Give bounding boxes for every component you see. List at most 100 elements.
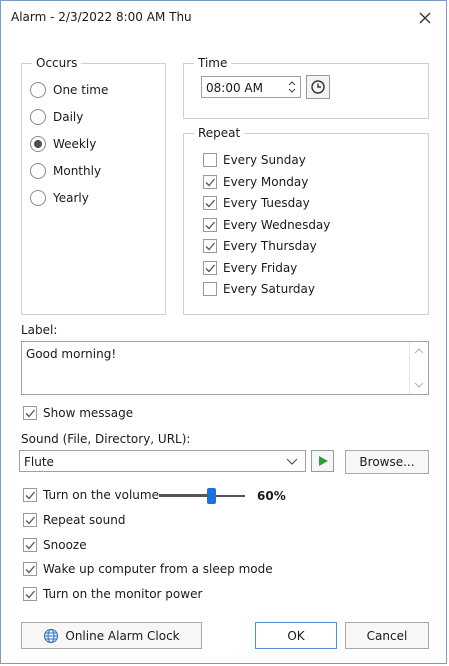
scroll-down-icon — [414, 382, 424, 388]
checkmark-icon — [205, 242, 215, 251]
checkbox-box — [203, 282, 217, 296]
checkbox-box — [203, 261, 217, 275]
checkbox-label: Every Saturday — [223, 282, 315, 296]
close-button[interactable] — [416, 9, 434, 27]
checkbox-every-saturday[interactable]: Every Saturday — [203, 279, 315, 299]
browse-button[interactable]: Browse... — [345, 450, 429, 474]
checkbox-box — [23, 538, 37, 552]
label-textarea[interactable]: Good morning! — [21, 341, 429, 395]
time-legend: Time — [194, 56, 232, 70]
radio-label: Monthly — [53, 164, 102, 178]
radio-circle — [30, 163, 46, 179]
checkmark-icon — [205, 178, 215, 187]
slider-fill — [159, 494, 211, 497]
checkmark-icon — [25, 409, 35, 418]
checkbox-every-tuesday[interactable]: Every Tuesday — [203, 193, 310, 213]
clock-button[interactable] — [306, 75, 330, 99]
checkmark-icon — [205, 199, 215, 208]
checkbox-box — [203, 153, 217, 167]
checkbox-snooze[interactable]: Snooze — [23, 535, 87, 555]
spin-arrows-icon — [288, 81, 296, 93]
play-icon — [318, 456, 328, 466]
online-alarm-clock-button[interactable]: Online Alarm Clock — [21, 622, 202, 649]
time-input[interactable]: 08:00 AM — [201, 76, 301, 98]
radio-label: Weekly — [53, 137, 97, 151]
volume-slider[interactable] — [159, 488, 245, 504]
radio-circle — [30, 109, 46, 125]
checkbox-label: Every Sunday — [223, 153, 306, 167]
radio-label: One time — [53, 83, 109, 97]
checkbox-label: Repeat sound — [43, 513, 126, 527]
chevron-down-icon — [286, 458, 298, 465]
checkbox-every-thursday[interactable]: Every Thursday — [203, 236, 317, 256]
label-text: Good morning! — [26, 347, 117, 361]
radio-label: Yearly — [53, 191, 89, 205]
checkmark-icon — [25, 491, 35, 500]
checkbox-monitor-power[interactable]: Turn on the monitor power — [23, 584, 202, 604]
checkbox-every-monday[interactable]: Every Monday — [203, 172, 308, 192]
time-value: 08:00 AM — [206, 81, 263, 95]
radio-weekly[interactable]: Weekly — [30, 134, 96, 154]
sound-value: Flute — [24, 455, 54, 469]
online-button-label: Online Alarm Clock — [65, 628, 180, 643]
checkbox-box — [203, 239, 217, 253]
checkmark-icon — [25, 590, 35, 599]
checkbox-label: Every Thursday — [223, 239, 317, 253]
ok-button[interactable]: OK — [255, 622, 337, 649]
volume-percent: 60% — [257, 489, 286, 503]
sound-select[interactable]: Flute — [19, 450, 306, 472]
checkbox-label: Snooze — [43, 538, 87, 552]
radio-daily[interactable]: Daily — [30, 107, 83, 127]
clock-icon — [311, 80, 325, 94]
checkbox-turn-on-volume[interactable]: Turn on the volume — [23, 485, 159, 505]
checkbox-box — [23, 587, 37, 601]
checkmark-icon — [25, 565, 35, 574]
checkbox-every-wednesday[interactable]: Every Wednesday — [203, 215, 330, 235]
radio-yearly[interactable]: Yearly — [30, 188, 89, 208]
checkbox-box — [23, 513, 37, 527]
radio-circle — [30, 190, 46, 206]
checkbox-wake-up-computer[interactable]: Wake up computer from a sleep mode — [23, 559, 273, 579]
checkmark-icon — [205, 264, 215, 273]
checkbox-show-message[interactable]: Show message — [23, 403, 133, 423]
checkbox-box — [203, 196, 217, 210]
checkbox-box — [23, 406, 37, 420]
title-bar: Alarm - 2/3/2022 8:00 AM Thu — [1, 1, 448, 35]
checkbox-label: Turn on the volume — [43, 488, 159, 502]
play-button[interactable] — [311, 450, 334, 472]
checkbox-repeat-sound[interactable]: Repeat sound — [23, 510, 125, 530]
window-title: Alarm - 2/3/2022 8:00 AM Thu — [11, 10, 192, 24]
occurs-legend: Occurs — [32, 56, 82, 70]
checkbox-label: Every Tuesday — [223, 196, 310, 210]
checkbox-label: Every Friday — [223, 261, 298, 275]
radio-one-time[interactable]: One time — [30, 80, 108, 100]
radio-monthly[interactable]: Monthly — [30, 161, 101, 181]
checkbox-box — [23, 488, 37, 502]
slider-thumb[interactable] — [206, 488, 216, 504]
radio-circle — [30, 82, 46, 98]
cancel-button[interactable]: Cancel — [345, 622, 429, 649]
checkmark-icon — [205, 221, 215, 230]
checkmark-icon — [25, 541, 35, 550]
checkbox-every-sunday[interactable]: Every Sunday — [203, 150, 306, 170]
close-icon — [419, 12, 431, 24]
radio-circle — [30, 136, 46, 152]
radio-selected-dot — [34, 140, 42, 148]
textarea-scrollbar[interactable] — [409, 342, 428, 394]
scroll-up-icon — [414, 348, 424, 354]
repeat-legend: Repeat — [194, 126, 245, 140]
checkbox-box — [203, 175, 217, 189]
checkbox-label: Every Wednesday — [223, 218, 331, 232]
radio-label: Daily — [53, 110, 84, 124]
checkbox-label: Wake up computer from a sleep mode — [43, 562, 273, 576]
alarm-dialog: Alarm - 2/3/2022 8:00 AM Thu Occurs One … — [0, 0, 447, 664]
occurs-group: Occurs One time Daily Weekly Monthly Yea… — [21, 56, 166, 315]
time-spinner[interactable] — [286, 78, 298, 96]
checkbox-label: Show message — [43, 406, 134, 420]
checkbox-box — [23, 562, 37, 576]
checkbox-label: Turn on the monitor power — [43, 587, 203, 601]
checkbox-every-friday[interactable]: Every Friday — [203, 258, 297, 278]
checkmark-icon — [25, 516, 35, 525]
checkbox-box — [203, 218, 217, 232]
sound-heading: Sound (File, Directory, URL): — [21, 432, 191, 446]
